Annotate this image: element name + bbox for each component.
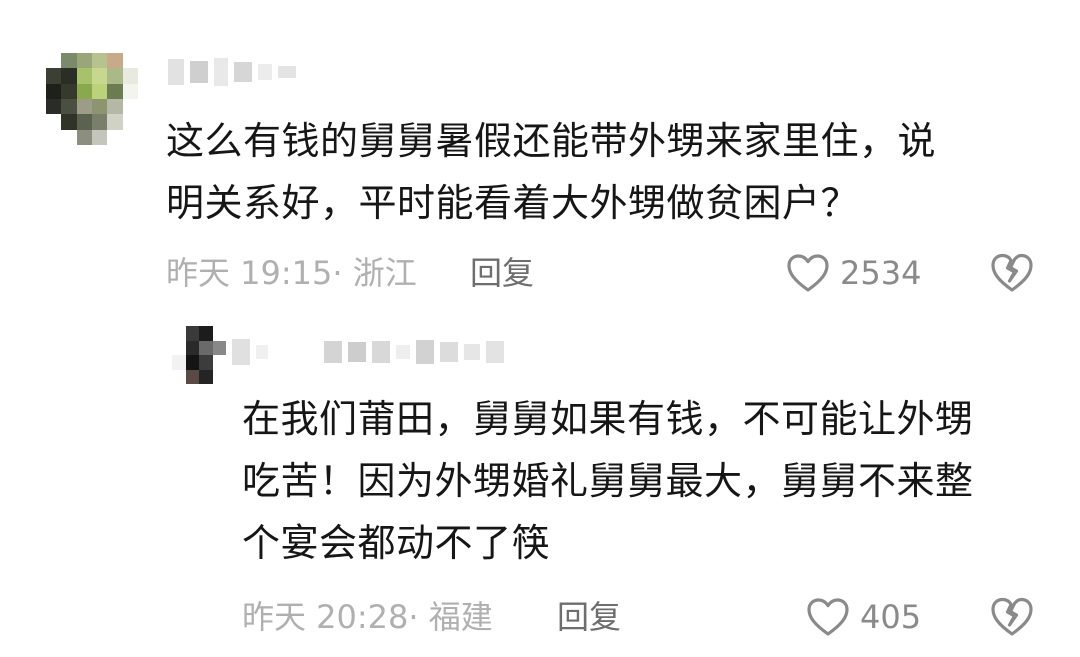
comment-meta: 昨天 20:28· 福建 [242, 598, 493, 636]
comment-meta: 昨天 19:15· 浙江 [166, 254, 417, 292]
like-count: 2534 [840, 254, 922, 292]
like-button[interactable]: 405 [806, 595, 921, 639]
like-count: 405 [860, 598, 922, 636]
like-button[interactable]: 2534 [786, 251, 921, 295]
broken-heart-icon [991, 253, 1033, 292]
dislike-button[interactable] [990, 596, 1034, 638]
comment-text: 在我们莆田，舅舅如果有钱，不可能让外甥 吃苦！因为外甥婚礼舅舅最大，舅舅不来整 … [242, 397, 974, 565]
comment-thread: 这么有钱的舅舅暑假还能带外甥来家里住，说 明关系好，平时能看着大外甥做贫困户？ … [0, 0, 1080, 657]
comment-text: 这么有钱的舅舅暑假还能带外甥来家里住，说 明关系好，平时能看着大外甥做贫困户？ [166, 119, 937, 225]
username-blurred[interactable] [168, 54, 296, 90]
avatar[interactable] [172, 326, 226, 384]
heart-outline-icon [807, 598, 849, 636]
reply-button[interactable]: 回复 [557, 596, 621, 638]
dislike-button[interactable] [990, 252, 1034, 294]
avatar[interactable] [46, 53, 138, 145]
heart-outline-icon [787, 254, 829, 292]
username-blurred[interactable] [232, 335, 504, 369]
reply-button[interactable]: 回复 [470, 252, 534, 294]
broken-heart-icon [991, 597, 1033, 636]
